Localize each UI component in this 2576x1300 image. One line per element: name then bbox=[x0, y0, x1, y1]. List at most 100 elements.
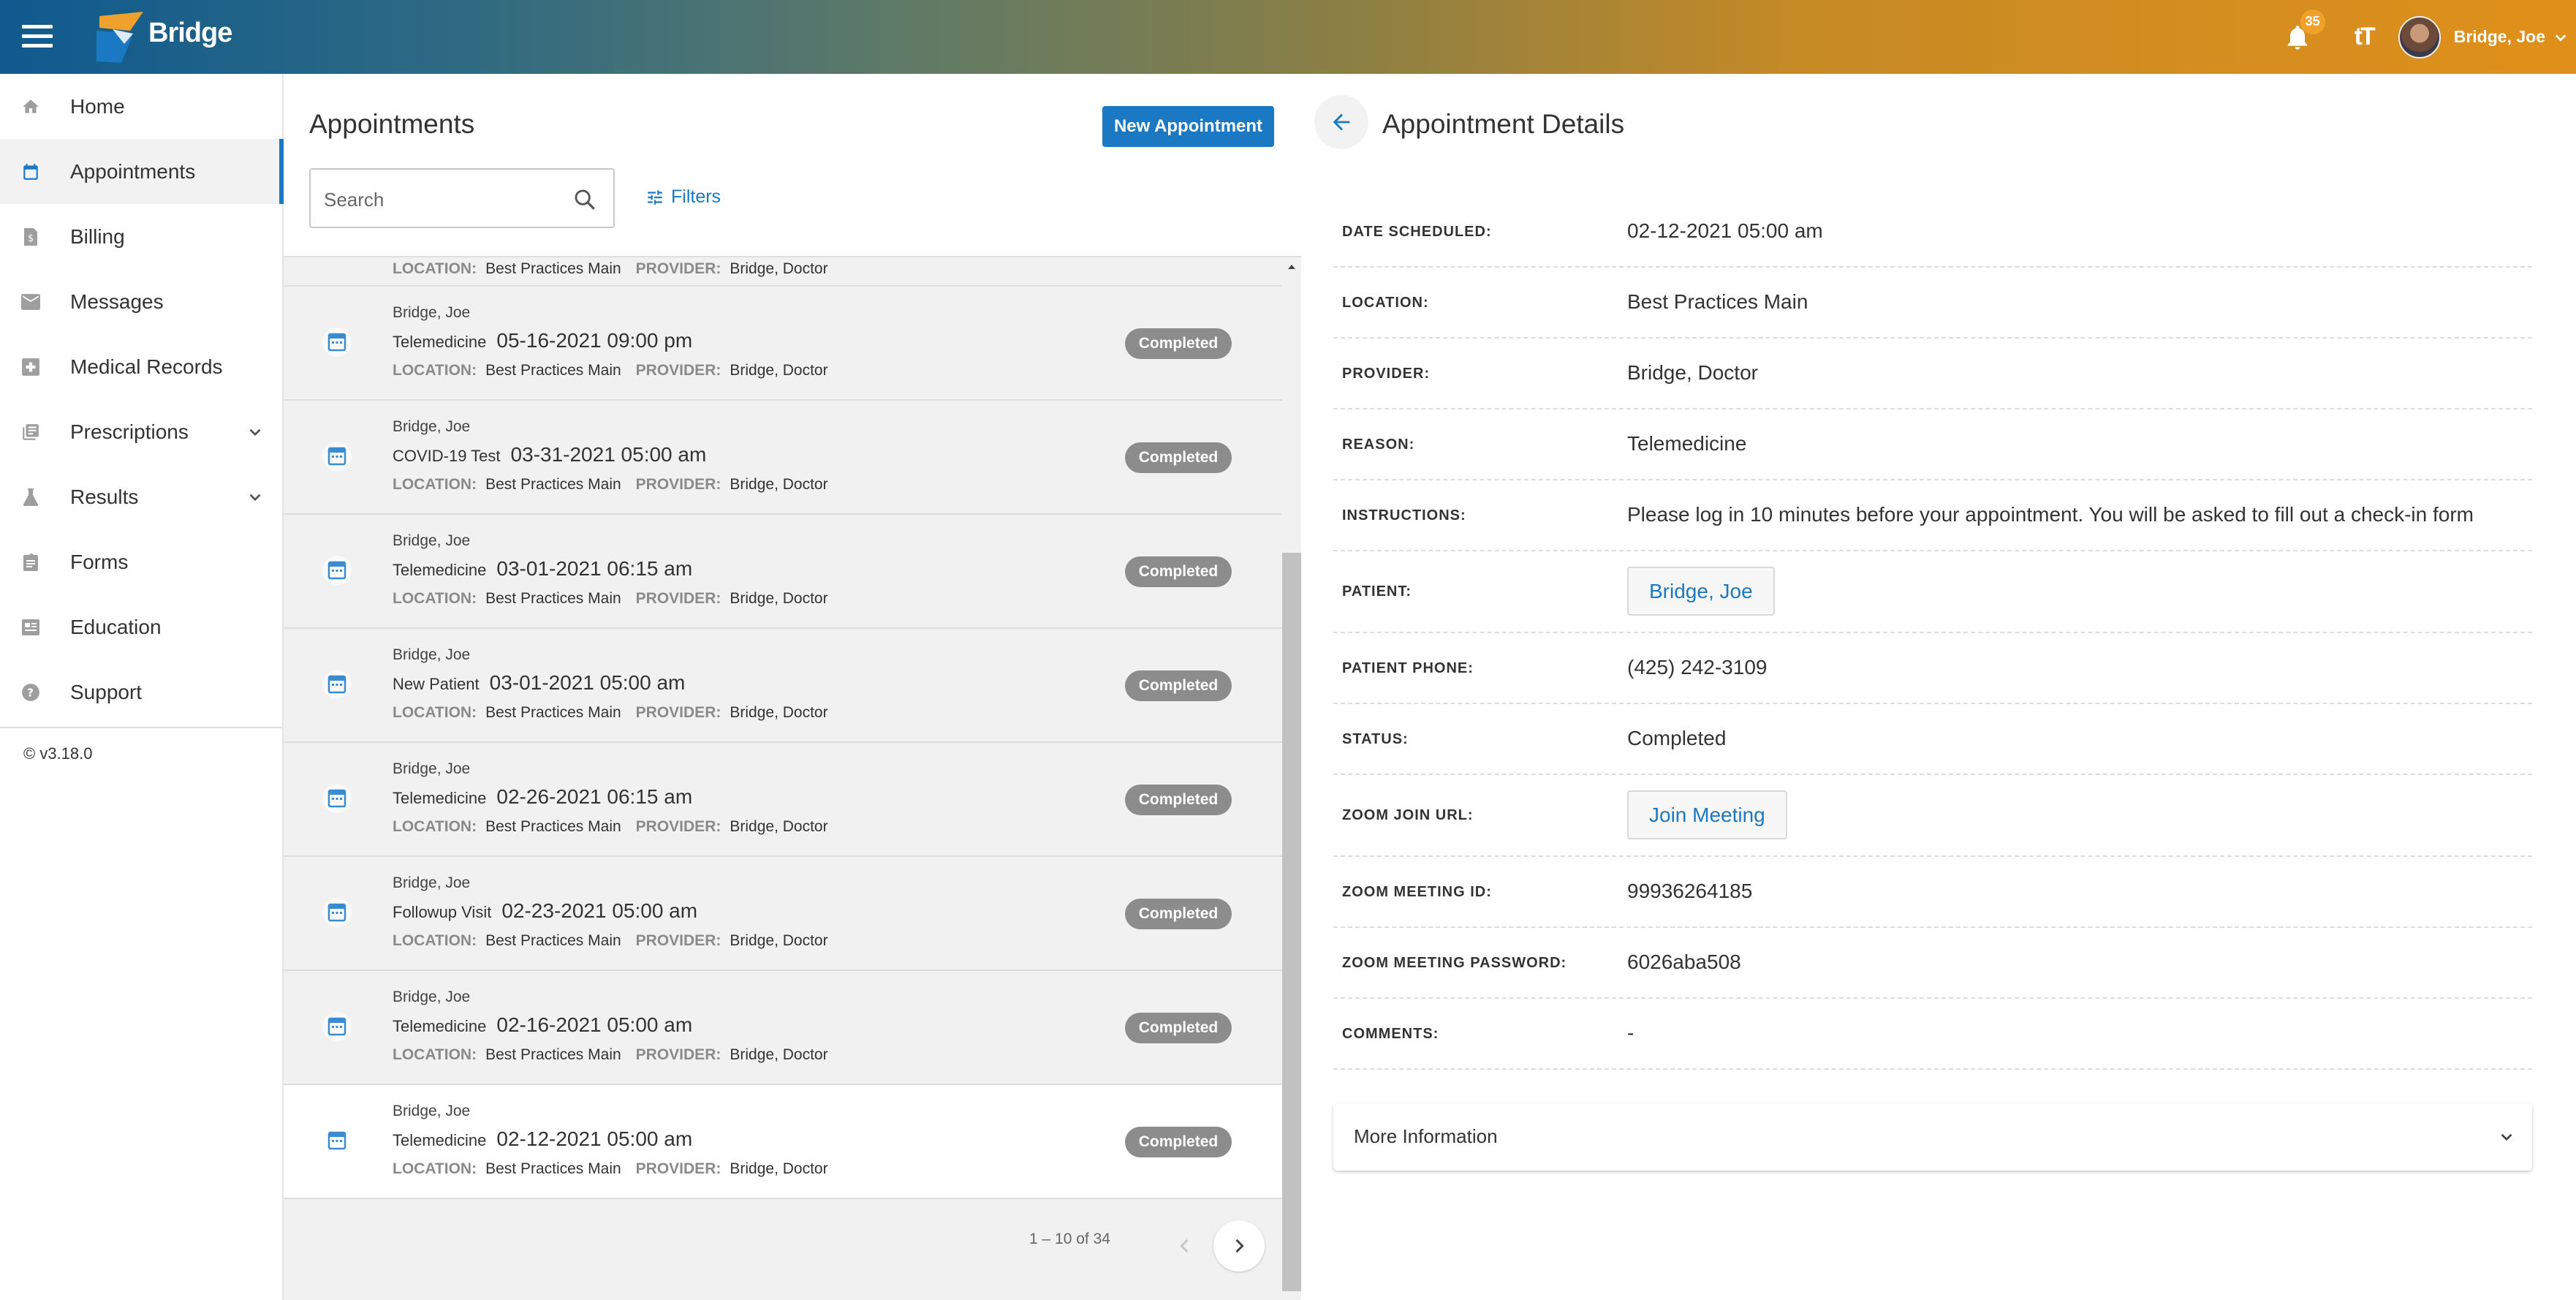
sidebar-item-forms[interactable]: Forms bbox=[0, 529, 282, 594]
appointment-type-date: Telemedicine 05-16-2021 09:00 pm bbox=[393, 329, 692, 352]
location-value: Best Practices Main bbox=[485, 362, 621, 379]
list-item[interactable]: Bridge, Joe Telemedicine 02-16-2021 05:00 … bbox=[284, 971, 1284, 1085]
patient-name: Bridge, Joe bbox=[393, 1103, 471, 1119]
appointment-type-date: Followup Visit 02-23-2021 05:00 am bbox=[393, 899, 697, 923]
appointment-type: COVID-19 Test bbox=[393, 447, 501, 465]
filter-sliders-icon bbox=[648, 189, 662, 205]
detail-label: ZOOM MEETING PASSWORD: bbox=[1342, 955, 1567, 971]
appointment-type: New Patient bbox=[393, 675, 480, 693]
location-provider-line: LOCATION: Best Practices Main PROVIDER: Bri… bbox=[393, 1046, 843, 1064]
list-item[interactable]: Bridge, Joe COVID-19 Test 03-31-2021 05:00… bbox=[284, 401, 1284, 515]
detail-label: STATUS: bbox=[1342, 731, 1409, 747]
chevron-left-icon bbox=[1180, 1239, 1189, 1253]
more-information-expander[interactable]: More Information bbox=[1333, 1103, 2532, 1171]
calendar-icon bbox=[322, 898, 352, 927]
sidebar-item-messages[interactable]: Messages bbox=[0, 269, 282, 334]
list-item[interactable]: Bridge, Joe Telemedicine 05-16-2021 09:00 … bbox=[284, 287, 1284, 401]
filters-button[interactable]: Filters bbox=[645, 186, 721, 208]
provider-value: Bridge, Doctor bbox=[730, 704, 828, 721]
provider-label: PROVIDER: bbox=[635, 704, 721, 721]
location-label: LOCATION: bbox=[393, 1160, 477, 1177]
status-badge: Completed bbox=[1125, 442, 1232, 473]
detail-row: ZOOM MEETING PASSWORD: 6026aba508 bbox=[1333, 928, 2532, 999]
user-name[interactable]: Bridge, Joe bbox=[2454, 27, 2545, 47]
status-badge: Completed bbox=[1125, 328, 1232, 359]
calendar-icon bbox=[322, 556, 352, 585]
sidebar-item-results[interactable]: Results bbox=[0, 464, 282, 529]
provider-value: Bridge, Doctor bbox=[730, 1160, 828, 1177]
app-name: Bridge bbox=[148, 18, 232, 48]
appointment-type: Telemedicine bbox=[393, 561, 487, 579]
appointment-type: Telemedicine bbox=[393, 789, 487, 807]
appointment-date: 02-23-2021 05:00 am bbox=[501, 899, 698, 922]
search-input[interactable] bbox=[324, 187, 558, 212]
location-provider-line: LOCATION: Best Practices Main PROVIDER: Bri… bbox=[393, 704, 843, 722]
location-label: LOCATION: bbox=[393, 704, 477, 721]
notifications-button[interactable]: 35 bbox=[2283, 9, 2325, 52]
appointment-type: Telemedicine bbox=[393, 333, 487, 351]
status-badge: Completed bbox=[1125, 899, 1232, 929]
appointment-type-date: Telemedicine 02-16-2021 05:00 am bbox=[393, 1013, 692, 1037]
search-icon[interactable] bbox=[572, 187, 597, 212]
new-appointment-button[interactable]: New Appointment bbox=[1102, 106, 1274, 147]
detail-value: Bridge, Doctor bbox=[1627, 361, 1758, 384]
sidebar-item-billing[interactable]: $ Billing bbox=[0, 204, 282, 269]
text-size-icon[interactable]: tT bbox=[2355, 23, 2376, 51]
appointment-date: 03-01-2021 05:00 am bbox=[489, 671, 686, 694]
detail-label: PATIENT PHONE: bbox=[1342, 660, 1474, 676]
menu-icon[interactable] bbox=[22, 25, 53, 48]
patient-button[interactable]: Bridge, Joe bbox=[1627, 567, 1775, 616]
sidebar-item-education[interactable]: Education bbox=[0, 594, 282, 660]
appointments-list[interactable]: LOCATION: Best Practices Main PROVIDER: … bbox=[284, 257, 1301, 1201]
appointment-type-date: COVID-19 Test 03-31-2021 05:00 am bbox=[393, 443, 706, 466]
svg-text:?: ? bbox=[27, 686, 34, 699]
list-item[interactable]: Bridge, Joe New Patient 03-01-2021 05:00 a… bbox=[284, 629, 1284, 743]
flask-icon bbox=[20, 487, 41, 507]
list-item[interactable]: Bridge, Joe Telemedicine 03-01-2021 06:15 … bbox=[284, 515, 1284, 629]
list-item[interactable]: LOCATION: Best Practices Main PROVIDER: … bbox=[284, 257, 1284, 287]
provider-label: PROVIDER: bbox=[635, 1046, 721, 1063]
details-title: Appointment Details bbox=[1382, 109, 1625, 139]
location-provider-line: LOCATION: Best Practices Main PROVIDER: Bri… bbox=[393, 932, 843, 950]
chevron-down-icon[interactable] bbox=[2553, 29, 2569, 45]
sidebar-item-label: Forms bbox=[70, 550, 129, 573]
provider-label: PROVIDER: bbox=[635, 818, 721, 835]
more-information-label: More Information bbox=[1354, 1125, 1498, 1147]
chevron-down-icon[interactable] bbox=[246, 423, 265, 442]
provider-value: Bridge, Doctor bbox=[730, 932, 828, 949]
list-item[interactable]: Bridge, Joe Telemedicine 02-26-2021 06:15 … bbox=[284, 743, 1284, 857]
prescriptions-icon bbox=[20, 422, 41, 442]
appointment-type-date: Telemedicine 03-01-2021 06:15 am bbox=[393, 557, 692, 581]
chevron-down-icon[interactable] bbox=[246, 488, 265, 507]
back-button[interactable] bbox=[1314, 95, 1368, 149]
detail-label: PROVIDER: bbox=[1342, 366, 1431, 382]
search-field[interactable] bbox=[309, 168, 615, 228]
provider-label: PROVIDER: bbox=[635, 1160, 721, 1177]
list-item[interactable]: Bridge, Joe Followup Visit 02-23-2021 05:0… bbox=[284, 857, 1284, 971]
sidebar-item-support[interactable]: ? Support bbox=[0, 660, 282, 725]
previous-page-button[interactable] bbox=[1159, 1220, 1211, 1271]
appointment-type-date: Telemedicine 02-26-2021 06:15 am bbox=[393, 785, 692, 809]
scrollbar-thumb[interactable] bbox=[1282, 553, 1301, 1291]
location-value: Best Practices Main bbox=[485, 1160, 621, 1177]
location-label: LOCATION: bbox=[393, 362, 477, 379]
sidebar-item-home[interactable]: Home bbox=[0, 74, 282, 139]
sidebar-item-appointments[interactable]: Appointments bbox=[0, 139, 284, 204]
list-item[interactable]: Bridge, Joe Telemedicine 02-12-2021 05:00 … bbox=[284, 1085, 1289, 1199]
scroll-up-arrow-icon[interactable] bbox=[1287, 262, 1297, 272]
detail-value: - bbox=[1627, 1021, 1634, 1044]
provider-label: PROVIDER: bbox=[635, 260, 721, 277]
next-page-button[interactable] bbox=[1213, 1220, 1265, 1271]
bridge-logo bbox=[96, 12, 143, 63]
sidebar-item-medical-records[interactable]: Medical Records bbox=[0, 334, 282, 399]
appointment-date: 03-31-2021 05:00 am bbox=[510, 443, 707, 466]
join-meeting-button[interactable]: Join Meeting bbox=[1627, 790, 1787, 839]
calendar-icon bbox=[322, 328, 352, 357]
appointment-details-panel: Appointment Details DATE SCHEDULED: 02-12… bbox=[1301, 74, 2576, 1300]
sidebar-item-prescriptions[interactable]: Prescriptions bbox=[0, 399, 282, 464]
location-provider-line: LOCATION: Best Practices Main PROVIDER: Bri… bbox=[393, 590, 843, 608]
details-fields: DATE SCHEDULED: 02-12-2021 05:00 am LOCATI… bbox=[1333, 197, 2532, 1070]
avatar[interactable] bbox=[2398, 15, 2441, 58]
education-icon bbox=[20, 617, 41, 638]
location-label: LOCATION: bbox=[393, 590, 477, 607]
